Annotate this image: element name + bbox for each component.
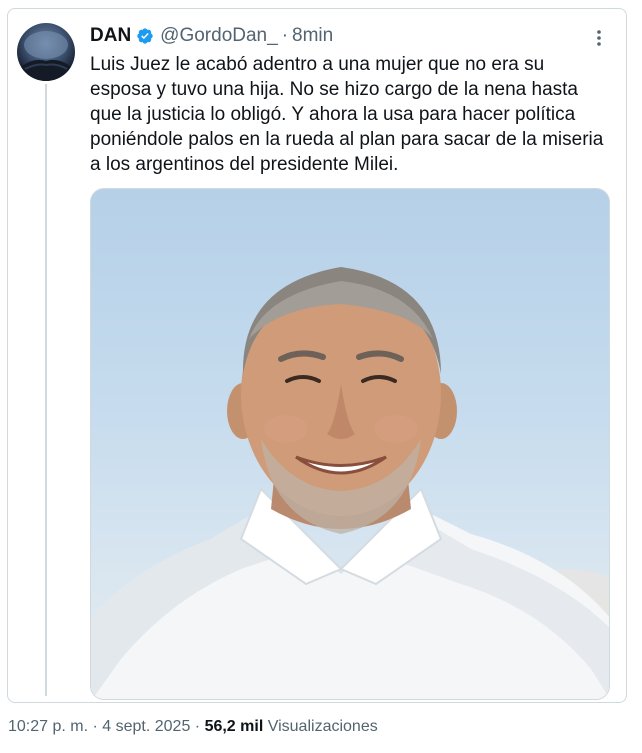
header-separator: · bbox=[281, 25, 289, 46]
views-count: 56,2 mil bbox=[204, 718, 264, 735]
tweet-header: DAN @GordoDan_ · 8min bbox=[90, 22, 333, 50]
author-handle[interactable]: @GordoDan_ bbox=[160, 25, 278, 47]
avatar[interactable] bbox=[17, 23, 75, 81]
tweet-text: Luis Juez le acabó adentro a una mujer q… bbox=[90, 54, 604, 175]
avatar-image bbox=[17, 31, 75, 81]
verified-badge-icon bbox=[136, 27, 154, 45]
views-label: Visualizaciones bbox=[267, 718, 378, 735]
photo-portrait bbox=[91, 267, 609, 699]
more-options-icon[interactable] bbox=[586, 25, 612, 51]
tweet-time[interactable]: 8min bbox=[292, 25, 333, 47]
tweet-meta: 10:27 p. m. · 4 sept. 2025 · 56,2 mil Vi… bbox=[8, 718, 378, 736]
tweet-timestamp[interactable]: 10:27 p. m. · 4 sept. 2025 · bbox=[8, 718, 200, 735]
thread-line bbox=[45, 84, 47, 696]
author-name[interactable]: DAN bbox=[90, 25, 131, 47]
tweet-photo[interactable] bbox=[90, 188, 610, 700]
